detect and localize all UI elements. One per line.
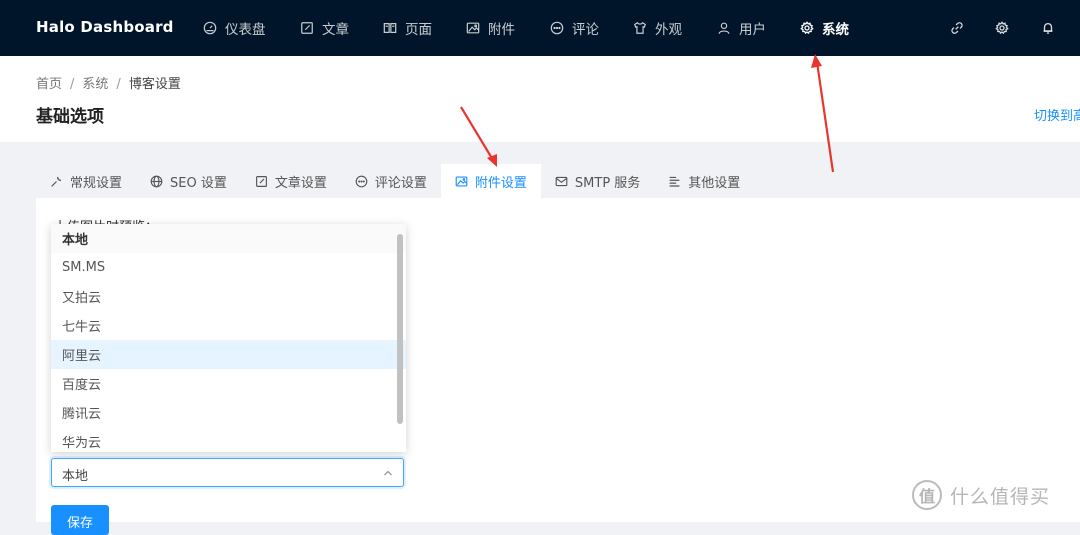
dropdown-scrollbar[interactable] — [397, 234, 403, 424]
nav-item-users[interactable]: 用户 — [717, 0, 766, 56]
align-left-icon — [669, 176, 680, 187]
switch-advanced-link[interactable]: 切换到高 — [1034, 105, 1080, 124]
storage-dropdown-menu: 本地 SM.MS 又拍云 七牛云 阿里云 百度云 腾讯云 华为云 — [51, 224, 406, 452]
nav-item-pages[interactable]: 页面 — [383, 0, 432, 56]
breadcrumb-system[interactable]: 系统 — [82, 77, 108, 92]
tab-label: SEO 设置 — [170, 175, 227, 191]
mail-icon — [555, 176, 568, 186]
nav-item-label: 附件 — [488, 22, 515, 38]
breadcrumb-current: 博客设置 — [128, 77, 181, 92]
nav-item-label: 外观 — [655, 22, 682, 38]
tab-label: 文章设置 — [274, 175, 327, 191]
nav-item-system[interactable]: 系统 — [800, 0, 849, 56]
tab-smtp[interactable]: SMTP 服务 — [541, 164, 654, 198]
picture-icon — [455, 175, 468, 187]
message-icon — [355, 175, 368, 187]
select-value: 本地 — [62, 469, 89, 484]
nav-item-appearance[interactable]: 外观 — [633, 0, 682, 56]
tab-label: SMTP 服务 — [574, 175, 641, 191]
watermark-text: 什么值得买 — [950, 485, 1051, 508]
nav-item-label: 仪表盘 — [225, 22, 266, 38]
read-icon — [383, 23, 397, 33]
tab-label: 其他设置 — [688, 175, 741, 191]
top-navigation-bar: Halo Dashboard 仪表盘 文章 页面 附件 评论 外观 用户 系统 — [0, 0, 1080, 56]
watermark-logo-icon: 值 — [912, 480, 942, 510]
user-icon — [718, 22, 730, 34]
dropdown-option[interactable]: 本地 — [51, 224, 406, 253]
nav-item-posts[interactable]: 文章 — [300, 0, 349, 56]
global-icon — [150, 175, 163, 187]
nav-item-label: 页面 — [405, 22, 432, 38]
nav-item-label: 系统 — [822, 22, 849, 38]
tab-label: 评论设置 — [374, 175, 427, 191]
nav-item-label: 评论 — [572, 22, 599, 38]
dropdown-option[interactable]: 七牛云 — [51, 311, 406, 340]
dropdown-option[interactable]: 腾讯云 — [51, 398, 406, 427]
breadcrumb: 首页 / 系统 / 博客设置 — [36, 73, 181, 92]
chevron-up-icon — [384, 470, 392, 476]
tab-attachments[interactable]: 附件设置 — [440, 164, 541, 198]
settings-icon[interactable] — [995, 21, 1009, 35]
nav-item-dashboard[interactable]: 仪表盘 — [203, 0, 266, 56]
message-icon — [550, 21, 564, 35]
storage-select[interactable]: 本地 — [51, 458, 404, 487]
nav-item-attachments[interactable]: 附件 — [466, 0, 515, 56]
breadcrumb-separator: / — [70, 77, 75, 92]
link-icon[interactable] — [950, 21, 964, 35]
tab-other[interactable]: 其他设置 — [654, 164, 754, 198]
tab-label: 常规设置 — [70, 175, 123, 191]
form-icon — [255, 175, 267, 187]
skin-icon — [634, 21, 646, 34]
dropdown-option[interactable]: SM.MS — [51, 253, 406, 282]
dashboard-icon — [203, 21, 217, 35]
bell-icon[interactable] — [1041, 21, 1055, 35]
save-button[interactable]: 保存 — [51, 505, 109, 535]
tab-comments[interactable]: 评论设置 — [341, 164, 441, 198]
dropdown-option[interactable]: 华为云 — [51, 427, 406, 452]
dropdown-option[interactable]: 又拍云 — [51, 282, 406, 311]
setting-icon — [800, 21, 814, 35]
tab-seo[interactable]: SEO 设置 — [136, 164, 241, 198]
dropdown-option[interactable]: 百度云 — [51, 369, 406, 398]
tool-icon — [51, 176, 62, 187]
edit-icon — [301, 22, 313, 34]
tab-general[interactable]: 常规设置 — [36, 164, 136, 198]
watermark: 值 什么值得买 — [912, 480, 1050, 510]
app-brand[interactable]: Halo Dashboard — [36, 18, 174, 36]
dropdown-option[interactable]: 阿里云 — [51, 340, 406, 369]
nav-item-label: 文章 — [322, 22, 349, 38]
page-title: 基础选项 — [36, 107, 104, 127]
breadcrumb-separator: / — [116, 77, 121, 92]
nav-item-label: 用户 — [739, 22, 766, 38]
page-header: 首页 / 系统 / 博客设置 基础选项 切换到高 — [0, 56, 1080, 142]
tab-label: 附件设置 — [474, 175, 527, 191]
breadcrumb-home[interactable]: 首页 — [36, 77, 62, 92]
picture-icon — [466, 22, 480, 34]
tab-posts[interactable]: 文章设置 — [241, 164, 341, 198]
settings-tabs: 常规设置 SEO 设置 文章设置 评论设置 附件设置 SMTP 服务 其他设置 — [36, 164, 754, 198]
nav-item-comments[interactable]: 评论 — [550, 0, 599, 56]
